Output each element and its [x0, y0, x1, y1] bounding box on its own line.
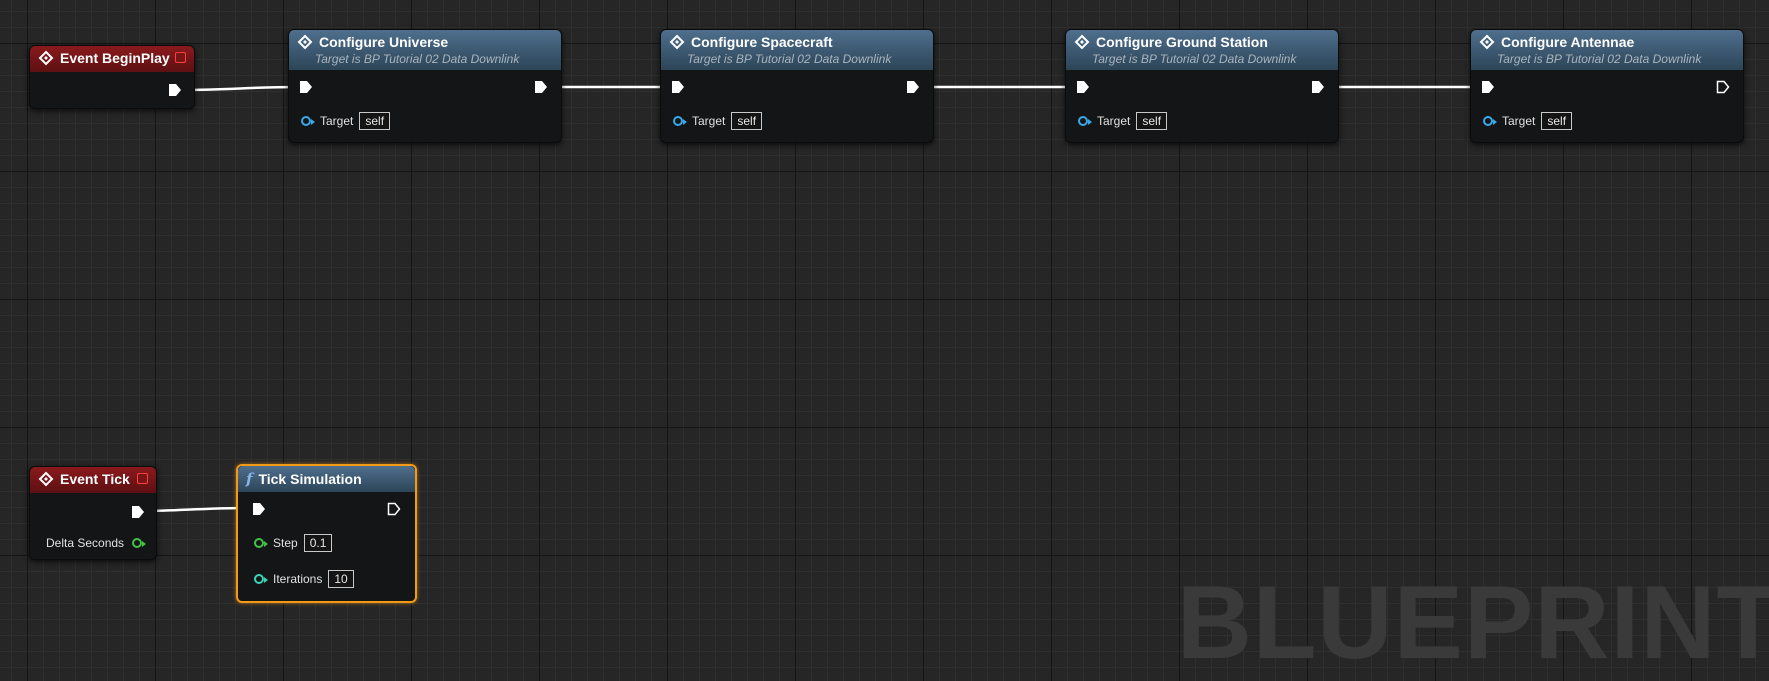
function-icon: f: [246, 470, 253, 488]
node-header: Configure Antennae Target is BP Tutorial…: [1471, 30, 1743, 70]
node-subtitle: Target is BP Tutorial 02 Data Downlink: [315, 52, 520, 66]
function-diamond-icon: [669, 34, 685, 50]
function-diamond-icon: [297, 34, 313, 50]
object-pin-icon[interactable]: [301, 116, 315, 126]
node-title: Configure Spacecraft: [691, 34, 833, 50]
node-title: Configure Antennae: [1501, 34, 1635, 50]
delegate-pin-icon[interactable]: [137, 473, 148, 484]
exec-wire: [180, 85, 299, 92]
node-title: Event Tick: [60, 471, 130, 487]
function-diamond-icon: [1479, 34, 1495, 50]
exec-in-pin[interactable]: [671, 80, 685, 94]
node-subtitle: Target is BP Tutorial 02 Data Downlink: [1497, 52, 1702, 66]
target-value[interactable]: self: [1136, 112, 1168, 130]
node-title: Configure Universe: [319, 34, 449, 50]
event-diamond-icon: [38, 50, 54, 66]
node-header: Configure Universe Target is BP Tutorial…: [289, 30, 561, 70]
exec-out-pin[interactable]: [1716, 80, 1730, 94]
node-header: Event Tick: [30, 467, 156, 493]
exec-wire: [142, 506, 252, 513]
exec-out-pin[interactable]: [534, 80, 548, 94]
exec-out-pin[interactable]: [131, 505, 145, 519]
exec-in-pin[interactable]: [299, 80, 313, 94]
pin-label: Target: [692, 114, 726, 128]
pin-label: Target: [1097, 114, 1131, 128]
target-value[interactable]: self: [1541, 112, 1573, 130]
step-value[interactable]: 0.1: [303, 534, 333, 552]
event-beginplay-node[interactable]: Event BeginPlay: [29, 45, 195, 109]
pin-label: Iterations: [273, 572, 323, 586]
object-pin-icon[interactable]: [673, 116, 687, 126]
node-header: Configure Ground Station Target is BP Tu…: [1066, 30, 1338, 70]
float-pin-icon[interactable]: [254, 538, 268, 548]
configure-antennae-node[interactable]: Configure Antennae Target is BP Tutorial…: [1470, 29, 1744, 143]
target-value[interactable]: self: [359, 112, 391, 130]
node-title: Event BeginPlay: [60, 50, 170, 66]
object-pin-icon[interactable]: [1483, 116, 1497, 126]
exec-out-pin[interactable]: [1311, 80, 1325, 94]
target-value[interactable]: self: [731, 112, 763, 130]
exec-out-pin[interactable]: [906, 80, 920, 94]
exec-in-pin[interactable]: [1076, 80, 1090, 94]
node-header: Configure Spacecraft Target is BP Tutori…: [661, 30, 933, 70]
event-diamond-icon: [38, 471, 54, 487]
exec-out-pin[interactable]: [168, 83, 182, 97]
node-title: Tick Simulation: [258, 471, 362, 487]
node-subtitle: Target is BP Tutorial 02 Data Downlink: [687, 52, 892, 66]
configure-ground-station-node[interactable]: Configure Ground Station Target is BP Tu…: [1065, 29, 1339, 143]
node-header: f Tick Simulation: [238, 466, 415, 492]
target-pin-row[interactable]: Target self: [1483, 112, 1573, 130]
pin-label: Target: [320, 114, 354, 128]
node-header: Event BeginPlay: [30, 46, 194, 72]
pin-label: Delta Seconds: [46, 536, 125, 550]
int-pin-icon[interactable]: [254, 574, 268, 584]
delegate-pin-icon[interactable]: [175, 52, 186, 63]
iterations-pin-row[interactable]: Iterations 10: [254, 570, 354, 588]
exec-in-pin[interactable]: [252, 502, 266, 516]
node-subtitle: Target is BP Tutorial 02 Data Downlink: [1092, 52, 1297, 66]
tick-simulation-node[interactable]: f Tick Simulation Step 0.1 Iterations 10: [236, 464, 417, 603]
target-pin-row[interactable]: Target self: [1078, 112, 1168, 130]
exec-out-pin[interactable]: [387, 502, 401, 516]
exec-in-pin[interactable]: [1481, 80, 1495, 94]
iterations-value[interactable]: 10: [328, 570, 354, 588]
delta-seconds-pin-row[interactable]: Delta Seconds: [46, 536, 147, 550]
function-diamond-icon: [1074, 34, 1090, 50]
target-pin-row[interactable]: Target self: [673, 112, 763, 130]
node-title: Configure Ground Station: [1096, 34, 1268, 50]
target-pin-row[interactable]: Target self: [301, 112, 391, 130]
configure-universe-node[interactable]: Configure Universe Target is BP Tutorial…: [288, 29, 562, 143]
configure-spacecraft-node[interactable]: Configure Spacecraft Target is BP Tutori…: [660, 29, 934, 143]
step-pin-row[interactable]: Step 0.1: [254, 534, 333, 552]
float-pin-icon[interactable]: [132, 538, 147, 548]
event-tick-node[interactable]: Event Tick Delta Seconds: [29, 466, 157, 560]
pin-label: Step: [273, 536, 298, 550]
pin-label: Target: [1502, 114, 1536, 128]
object-pin-icon[interactable]: [1078, 116, 1092, 126]
